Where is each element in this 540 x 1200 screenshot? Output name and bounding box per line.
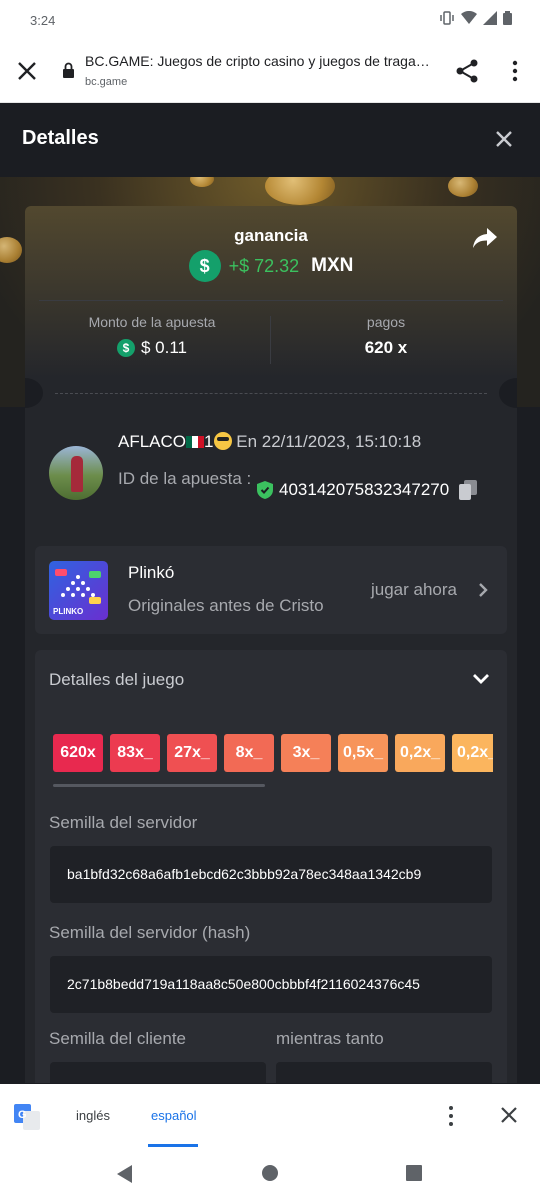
wifi-icon bbox=[461, 11, 477, 24]
ticket-notch bbox=[499, 378, 517, 408]
share-icon[interactable] bbox=[454, 58, 480, 84]
multiplier-scrollbar[interactable] bbox=[53, 784, 265, 787]
modal-title: Detalles bbox=[22, 127, 99, 149]
payout-label: pagos bbox=[366, 314, 406, 330]
win-label: ganancia bbox=[234, 226, 308, 245]
dollar-coin-icon: $ bbox=[188, 250, 221, 282]
active-language-indicator bbox=[148, 1144, 198, 1147]
bet-id-value: 403142075832347270 bbox=[279, 480, 450, 499]
game-thumbnail[interactable]: PLINKO bbox=[49, 561, 108, 620]
page-url[interactable]: bc.game bbox=[85, 76, 127, 88]
google-translate-icon: G bbox=[14, 1104, 40, 1130]
server-hash-field[interactable]: 2c71b8bedd719a118aa8c50e800cbbbf4f211602… bbox=[50, 956, 492, 1013]
multiplier-chip[interactable]: 3x_ bbox=[281, 734, 331, 772]
system-nav-bar bbox=[0, 1148, 540, 1200]
page-title: BC.GAME: Juegos de cripto casino y juego… bbox=[85, 53, 435, 69]
game-thumb-label: PLINKO bbox=[53, 607, 84, 616]
dashed-divider bbox=[55, 393, 487, 394]
verified-shield-icon bbox=[257, 481, 273, 499]
multiplier-chip[interactable]: 620x bbox=[53, 734, 103, 772]
sunglasses-emoji-icon bbox=[213, 432, 232, 450]
avatar-figure bbox=[71, 456, 83, 492]
back-icon[interactable] bbox=[116, 1164, 134, 1184]
win-amount: +$ 72.32 bbox=[228, 255, 300, 276]
more-options-icon[interactable] bbox=[444, 1104, 458, 1128]
multiplier-chip[interactable]: 0,5x_ bbox=[338, 734, 388, 772]
client-seed-label: Semilla del cliente bbox=[49, 1029, 187, 1048]
bet-amount-stat: Monto de la apuesta $ $ 0.11 bbox=[37, 314, 267, 358]
client-seed-field[interactable] bbox=[50, 1062, 266, 1083]
nonce-field[interactable] bbox=[276, 1062, 492, 1083]
bet-details-modal: Detalles ganancia $ +$ 72.32 MXN Monto d… bbox=[0, 103, 540, 1083]
vibrate-icon bbox=[440, 11, 454, 25]
ticket-notch bbox=[25, 378, 43, 408]
payout-stat: pagos 620 x bbox=[271, 314, 501, 358]
username-suffix: 1 bbox=[204, 432, 214, 451]
server-seed-label: Semilla del servidor bbox=[49, 813, 198, 832]
copy-icon[interactable] bbox=[459, 480, 478, 500]
svg-text:G: G bbox=[18, 1109, 27, 1121]
close-icon[interactable] bbox=[494, 129, 514, 149]
divider bbox=[39, 300, 503, 301]
multiplier-row[interactable]: 620x83x_27x_8x_3x_0,5x_0,2x_0,2x_ bbox=[53, 734, 493, 772]
more-options-icon[interactable] bbox=[506, 60, 524, 82]
battery-icon bbox=[503, 11, 512, 25]
browser-toolbar: BC.GAME: Juegos de cripto casino y juego… bbox=[0, 40, 540, 103]
share-arrow-icon[interactable] bbox=[471, 226, 499, 250]
server-hash-label: Semilla del servidor (hash) bbox=[49, 923, 251, 942]
home-icon[interactable] bbox=[261, 1164, 279, 1182]
username[interactable]: AFLACO bbox=[118, 432, 186, 451]
win-currency: MXN bbox=[311, 255, 354, 276]
coin-decoration bbox=[0, 237, 22, 263]
dollar-coin-icon: $ bbox=[116, 339, 135, 357]
multiplier-chip[interactable]: 8x_ bbox=[224, 734, 274, 772]
coin-decoration bbox=[448, 175, 478, 197]
status-bar: 3:24 bbox=[0, 0, 540, 40]
chevron-down-icon[interactable] bbox=[471, 672, 491, 686]
signal-icon bbox=[483, 11, 497, 25]
mexico-flag-icon bbox=[186, 436, 205, 448]
bet-date: En 22/11/2023, 15:10:18 bbox=[236, 432, 422, 451]
language-option-target[interactable]: español bbox=[151, 1108, 197, 1123]
win-amount-row: $ +$ 72.32 MXN bbox=[25, 250, 517, 282]
payout-value: 620 x bbox=[364, 338, 408, 357]
status-icons bbox=[439, 11, 512, 25]
chevron-right-icon[interactable] bbox=[477, 582, 489, 598]
close-icon[interactable] bbox=[500, 1106, 518, 1124]
multiplier-chip[interactable]: 27x_ bbox=[167, 734, 217, 772]
multiplier-chip[interactable]: 0,2x_ bbox=[395, 734, 445, 772]
bet-id-row: 403142075832347270 bbox=[257, 480, 478, 500]
play-now-link[interactable]: jugar ahora bbox=[371, 580, 457, 600]
multiplier-chip[interactable]: 83x_ bbox=[110, 734, 160, 772]
user-info-line: AFLACO 1 En 22/11/2023, 15:10:18 bbox=[118, 432, 421, 452]
lock-icon bbox=[63, 62, 74, 78]
nonce-label: mientras tanto bbox=[276, 1029, 384, 1048]
modal-header: Detalles bbox=[0, 103, 540, 177]
game-row[interactable]: PLINKO Plinkó Originales antes de Cristo… bbox=[35, 546, 507, 634]
status-time: 3:24 bbox=[30, 13, 56, 28]
close-tab-icon[interactable] bbox=[16, 60, 38, 82]
translate-bar: G inglés español bbox=[0, 1084, 540, 1148]
multiplier-chip[interactable]: 0,2x_ bbox=[452, 734, 493, 772]
game-details-title[interactable]: Detalles del juego bbox=[49, 670, 184, 690]
server-seed-field[interactable]: ba1bfd32c68a6afb1ebcd62c3bbb92a78ec348aa… bbox=[50, 846, 492, 903]
game-details-panel: Detalles del juego 620x 83x_ 27x_ 8x_ 3x_ 0,5… bbox=[35, 650, 507, 1083]
bet-amount-value-row: $ $ 0.11 bbox=[37, 338, 267, 358]
game-category: Originales antes de Cristo bbox=[128, 596, 324, 615]
bet-amount-label: Monto de la apuesta bbox=[88, 314, 216, 330]
bet-amount-value: $ 0.11 bbox=[140, 338, 187, 357]
avatar[interactable] bbox=[49, 446, 103, 500]
recents-icon[interactable] bbox=[405, 1164, 423, 1182]
bet-id-label: ID de la apuesta : bbox=[118, 469, 252, 488]
game-name: Plinkó bbox=[128, 563, 175, 582]
language-option-source[interactable]: inglés bbox=[76, 1108, 110, 1123]
bet-card: ganancia $ +$ 72.32 MXN Monto de la apue… bbox=[25, 206, 517, 1083]
